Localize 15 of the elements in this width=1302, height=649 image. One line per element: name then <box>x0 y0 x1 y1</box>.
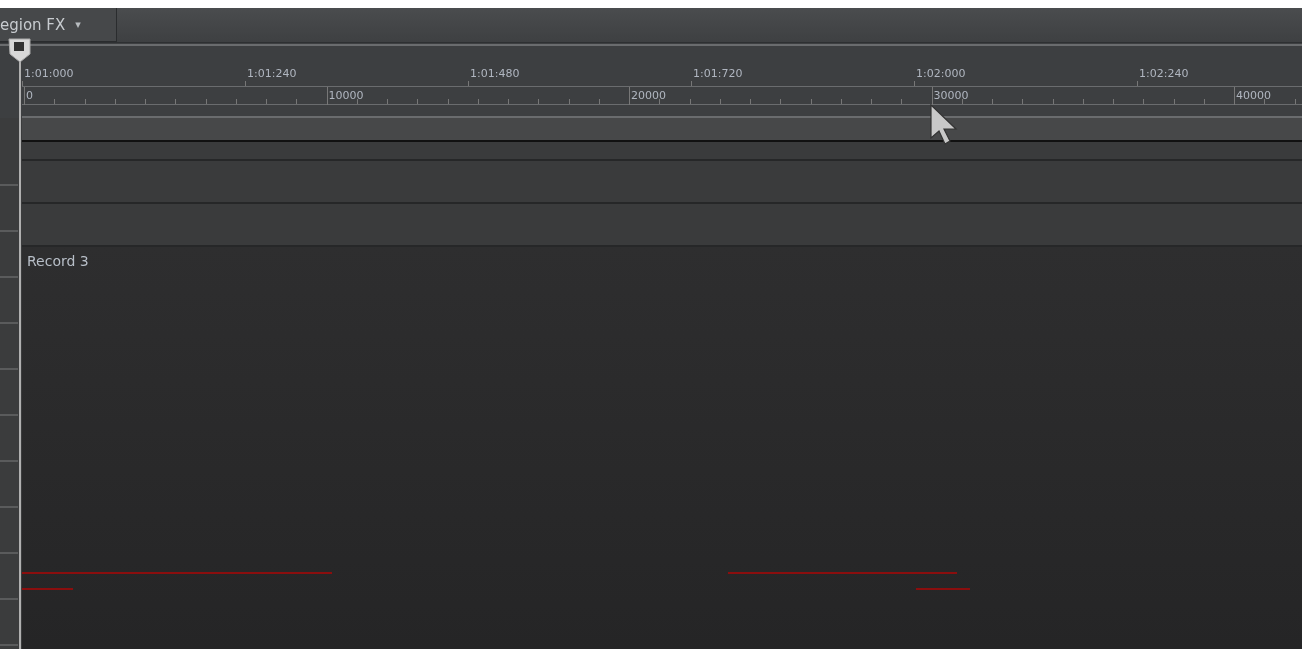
sample-label: 40000 <box>1236 89 1271 102</box>
sample-label: 0 <box>26 89 33 102</box>
time-label: 1:01:720 <box>693 67 743 80</box>
time-label: 1:01:000 <box>24 67 74 80</box>
midi-clip[interactable]: Record 3 <box>22 247 1302 649</box>
sample-label: 10000 <box>328 89 364 102</box>
time-label: 1:01:480 <box>470 67 520 80</box>
time-label: 1:02:240 <box>1139 67 1189 80</box>
sample-label: 20000 <box>631 89 666 102</box>
sample-label: 30000 <box>933 89 969 102</box>
time-label: 1:02:000 <box>916 67 966 80</box>
playhead-handle[interactable] <box>8 38 32 64</box>
time-label: 1:01:240 <box>247 67 297 80</box>
region-fx-button[interactable]: egion FX ▾ <box>0 8 117 42</box>
clip-name: Record 3 <box>27 253 90 269</box>
